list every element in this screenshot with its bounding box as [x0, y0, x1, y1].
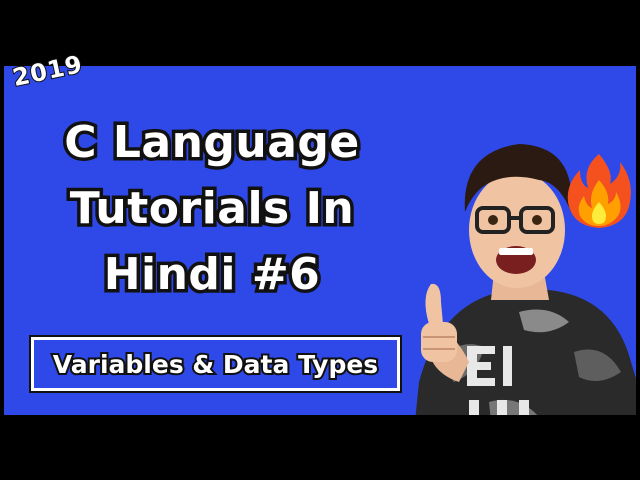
title-line: Hindi #6: [100, 246, 323, 304]
subtitle-banner: Variables & Data Types: [31, 337, 400, 391]
title-line: Tutorials In: [66, 180, 357, 238]
subtitle-text: Variables & Data Types: [51, 348, 380, 381]
fire-icon: [567, 154, 631, 228]
title-line: C Language: [61, 114, 363, 172]
letterbox-frame: C Language Tutorials In Hindi #6 Variabl…: [0, 0, 640, 480]
thumbnail-panel: C Language Tutorials In Hindi #6 Variabl…: [4, 66, 636, 415]
video-title: C Language Tutorials In Hindi #6: [22, 110, 402, 308]
